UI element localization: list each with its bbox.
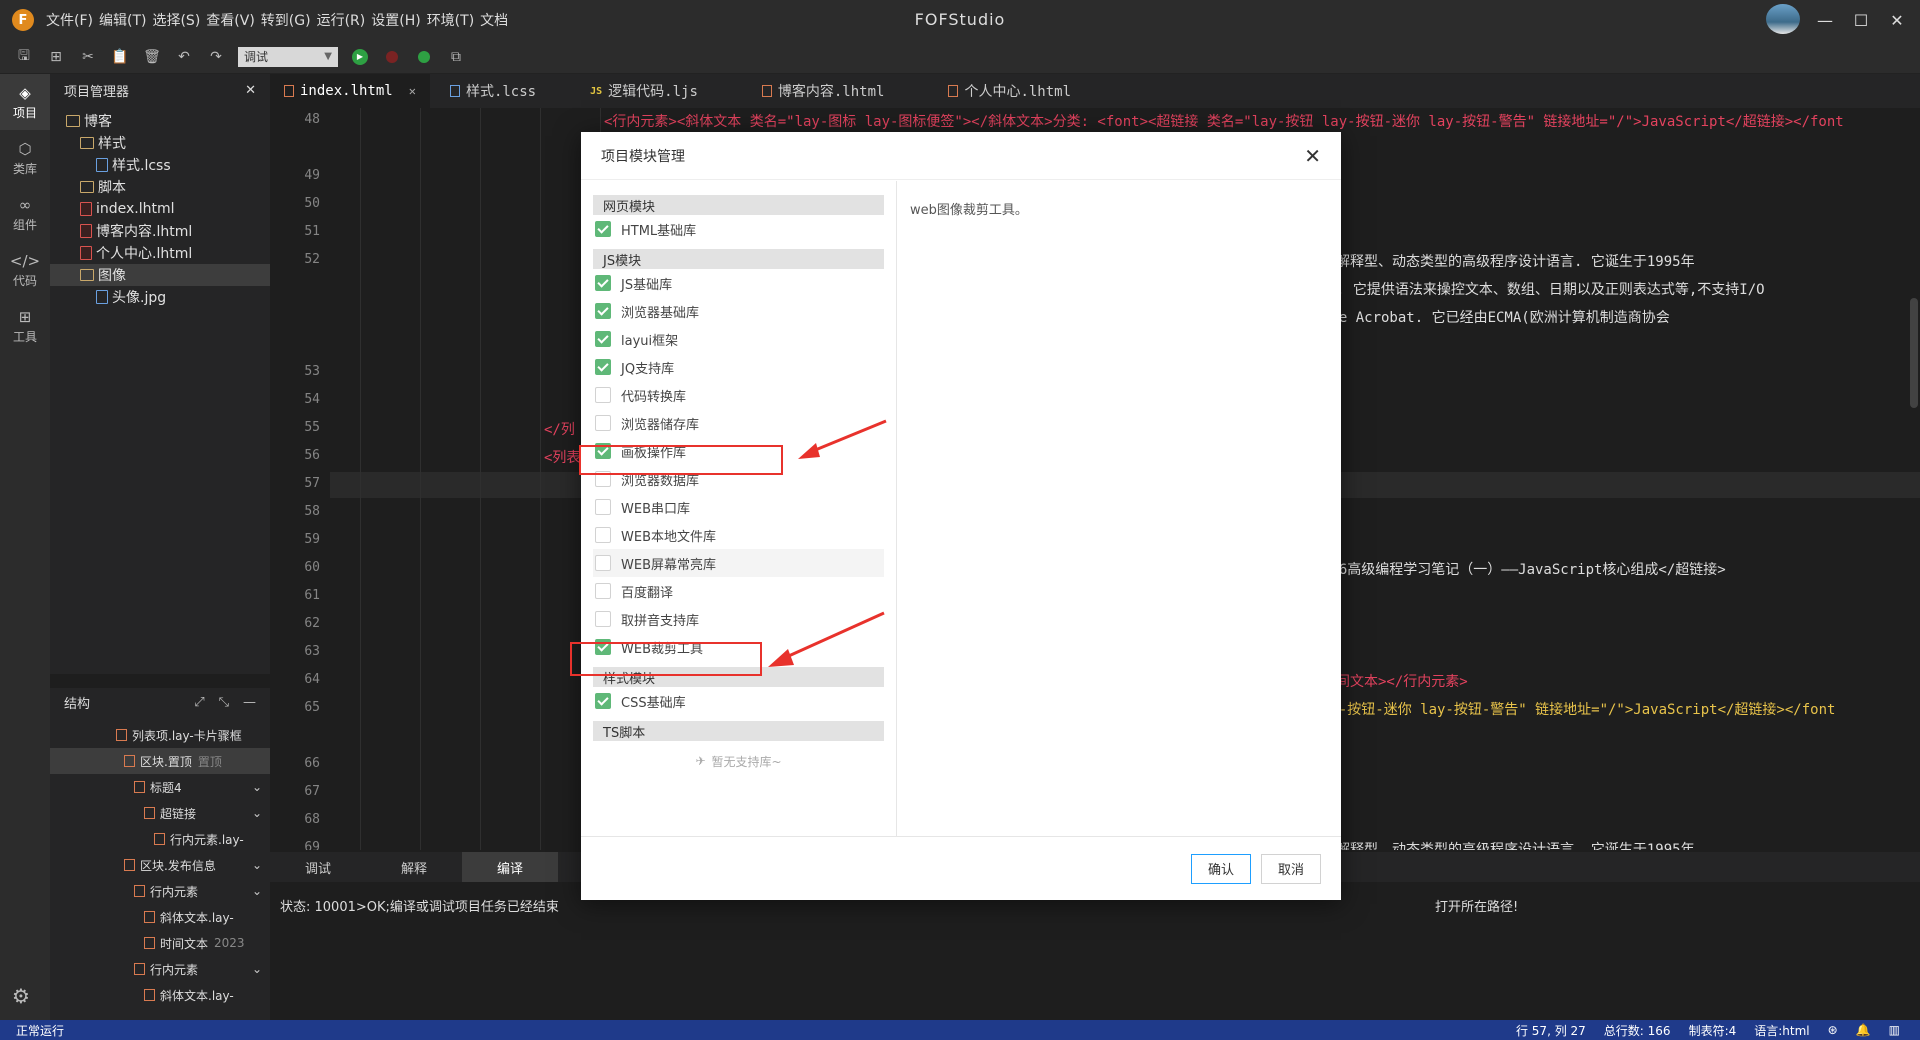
module-code-convert[interactable]: 代码转换库 [593,381,884,409]
cancel-button[interactable]: 取消 [1260,853,1321,884]
module-web-wakelock[interactable]: WEB屏幕常亮库 [593,549,884,577]
annotation-box-canvas [579,445,783,475]
checkbox[interactable] [595,415,611,431]
module-layui[interactable]: layui框架 [593,325,884,353]
module-list: 网页模块 HTML基础库 JS模块 JS基础库 浏览器基础库 layui框架 J… [581,181,897,836]
module-css-base[interactable]: CSS基础库 [593,687,884,715]
group-js: JS模块 [593,249,884,269]
dialog-footer: 确认 取消 [581,836,1341,900]
paper-plane-icon: ✈ [695,754,706,768]
module-description: web图像裁剪工具。 [910,203,1028,218]
checkbox[interactable] [595,583,611,599]
modal-overlay: 项目模块管理 ✕ 网页模块 HTML基础库 JS模块 JS基础库 浏览器基础库 … [0,0,1920,1040]
module-html-base[interactable]: HTML基础库 [593,215,884,243]
module-web-serial[interactable]: WEB串口库 [593,493,884,521]
checkbox[interactable] [595,387,611,403]
annotation-box-crop [570,642,762,676]
module-browser-base[interactable]: 浏览器基础库 [593,297,884,325]
annotation-arrow-icon [798,419,887,459]
module-js-base[interactable]: JS基础库 [593,269,884,297]
checkbox[interactable] [595,611,611,627]
confirm-button[interactable]: 确认 [1190,853,1251,884]
checkbox[interactable] [595,693,611,709]
checkbox[interactable] [595,221,611,237]
module-manager-dialog: 项目模块管理 ✕ 网页模块 HTML基础库 JS模块 JS基础库 浏览器基础库 … [581,132,1341,900]
group-web: 网页模块 [593,195,884,215]
checkbox[interactable] [595,499,611,515]
checkbox[interactable] [595,331,611,347]
checkbox[interactable] [595,555,611,571]
module-web-local-file[interactable]: WEB本地文件库 [593,521,884,549]
checkbox[interactable] [595,359,611,375]
annotation-arrow-icon [768,611,885,667]
close-icon[interactable]: ✕ [1304,144,1321,168]
group-ts: TS脚本 [593,721,884,741]
module-jq[interactable]: JQ支持库 [593,353,884,381]
dialog-title: 项目模块管理 [601,148,685,165]
checkbox[interactable] [595,275,611,291]
module-baidu-translate[interactable]: 百度翻译 [593,577,884,605]
empty-note: ✈ 暂无支持库~ [695,754,782,769]
checkbox[interactable] [595,303,611,319]
dialog-header: 项目模块管理 ✕ [581,132,1341,180]
checkbox[interactable] [595,527,611,543]
